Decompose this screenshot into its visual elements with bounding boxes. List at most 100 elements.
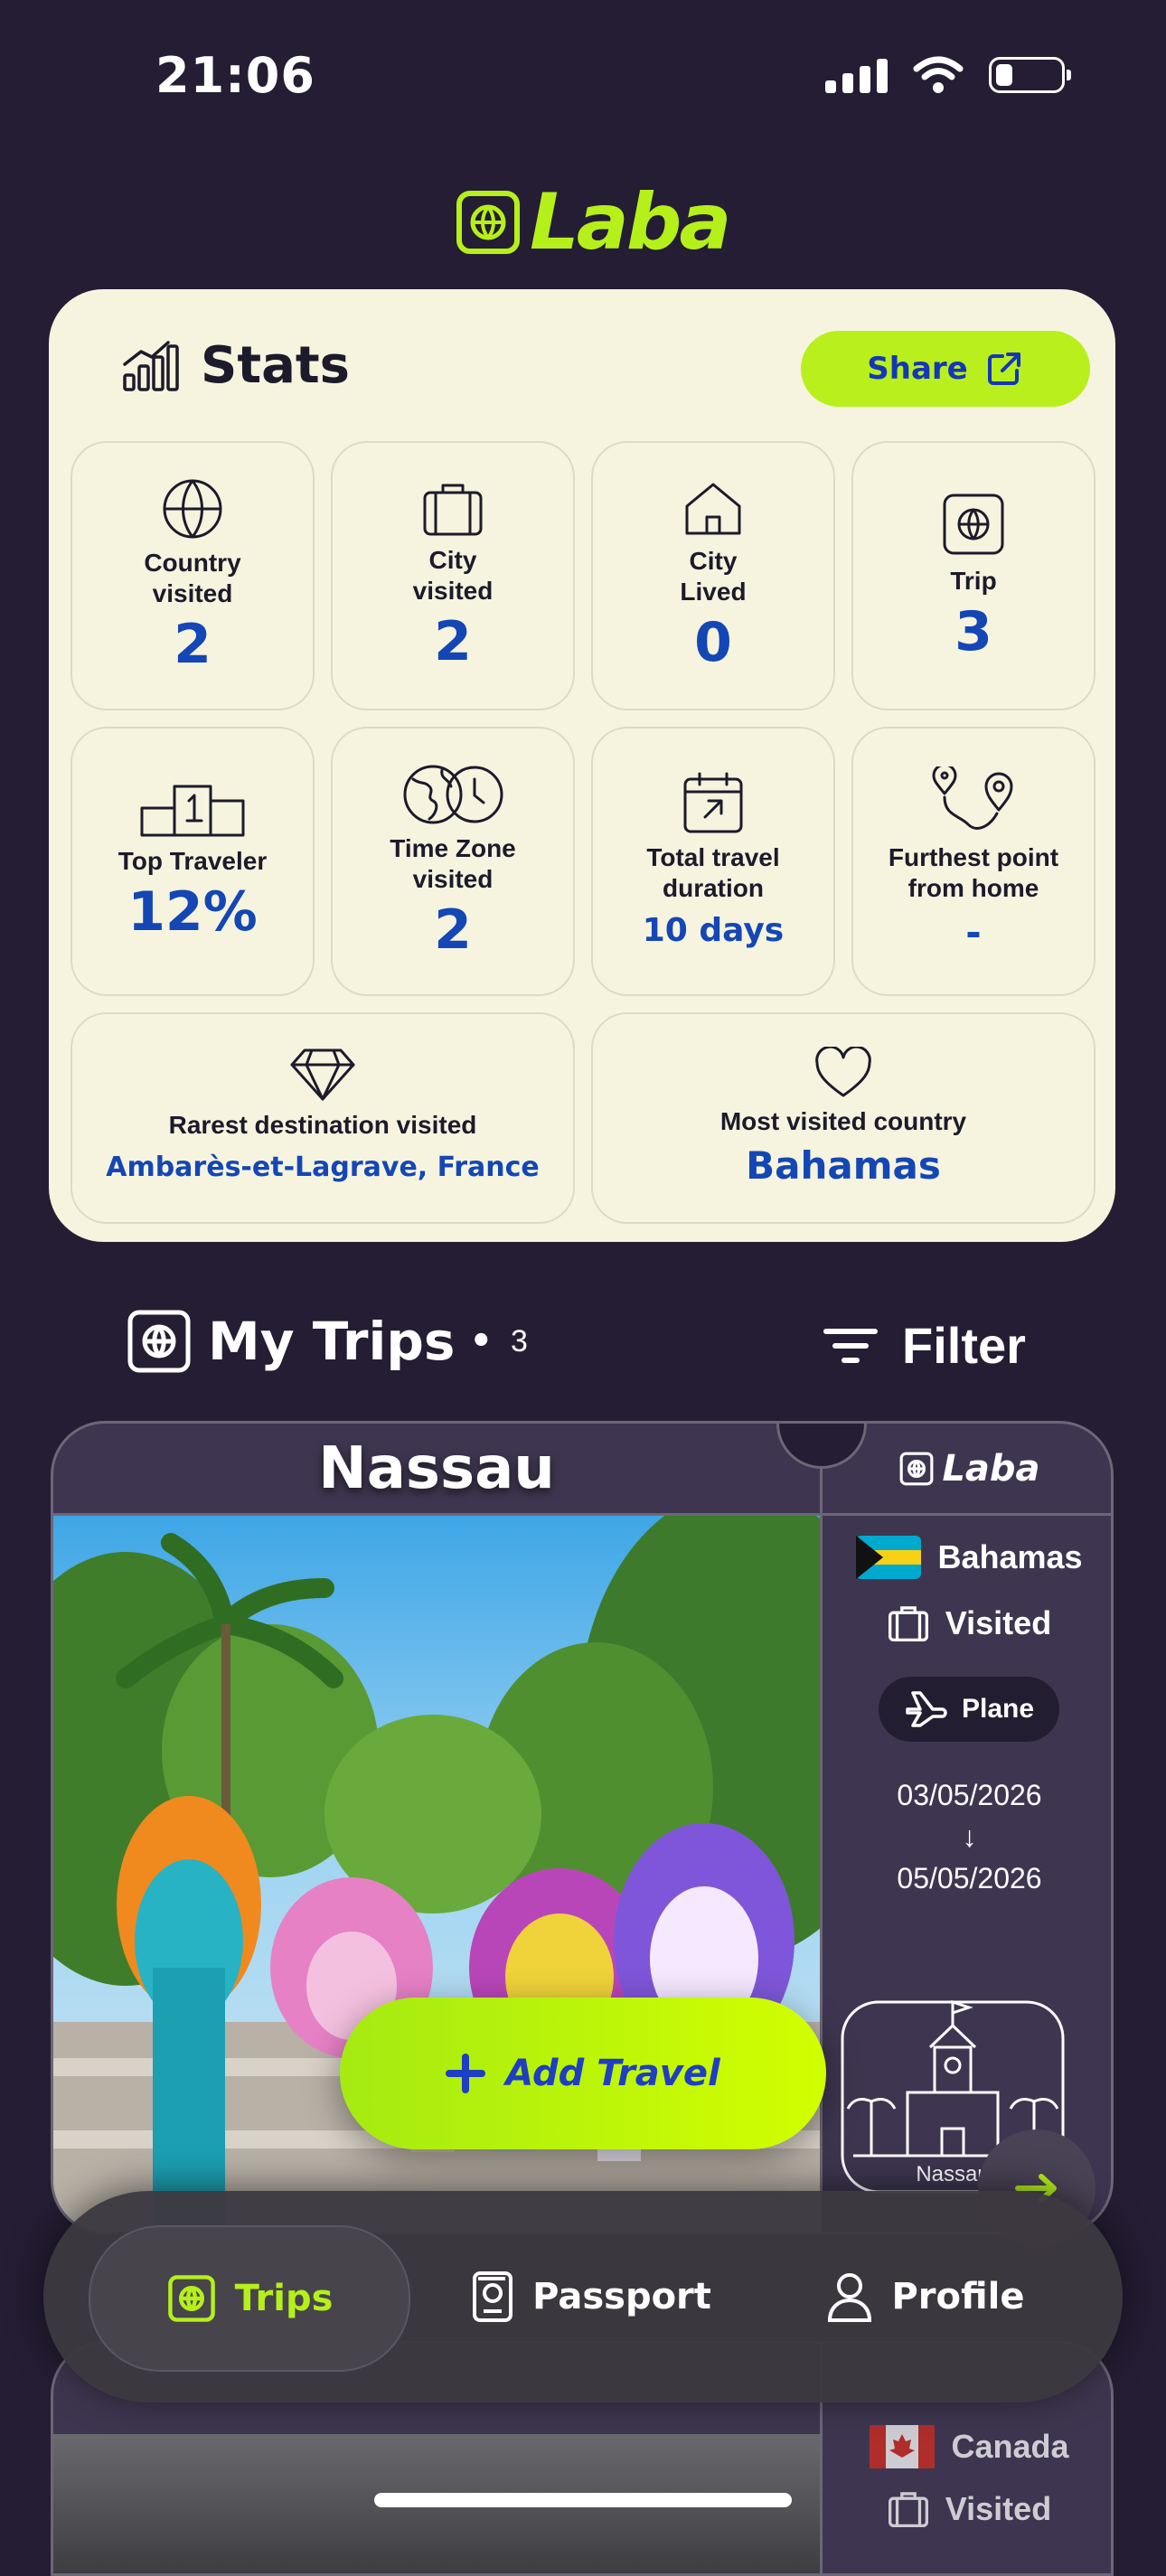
nav-passport[interactable]: Passport — [456, 2225, 727, 2368]
nav-profile[interactable]: Profile — [808, 2225, 1043, 2368]
suitcase-icon — [888, 1606, 928, 1642]
filter-label: Filter — [902, 1317, 1026, 1374]
nav-passport-label: Passport — [532, 2276, 711, 2317]
ticket-globe-icon — [943, 494, 1004, 555]
stat-value: 3 — [954, 600, 992, 663]
stat-value: Bahamas — [746, 1143, 941, 1188]
user-icon — [828, 2273, 872, 2322]
nav-trips-label: Trips — [234, 2278, 334, 2319]
bar-chart-icon — [123, 340, 179, 391]
status-icons — [825, 56, 1071, 94]
add-travel-button[interactable]: Add Travel — [340, 1998, 826, 2149]
stat-value: 0 — [694, 611, 732, 674]
stat-label: Country visited — [144, 549, 241, 607]
stat-tile-city-lived: City Lived 0 — [591, 441, 835, 710]
stat-value: 2 — [434, 610, 472, 673]
start-date: 03/05/2026 — [897, 1779, 1042, 1811]
end-date: 05/05/2026 — [897, 1862, 1042, 1894]
card-logo-text: Laba — [942, 1447, 1040, 1490]
trips-count: 3 — [511, 1323, 528, 1359]
stat-label: Time Zone visited — [390, 834, 516, 893]
stat-label: Top Traveler — [118, 847, 268, 875]
ticket-globe-icon — [167, 2275, 215, 2322]
plus-icon — [446, 2054, 486, 2093]
stat-label: Rarest destination visited — [168, 1111, 477, 1139]
stats-title: Stats — [201, 336, 350, 395]
filter-lines-icon — [823, 1328, 878, 1363]
status-time: 21:06 — [155, 47, 315, 104]
stat-label: Furthest point from home — [888, 843, 1059, 902]
cellular-signal-icon — [825, 57, 888, 93]
stat-label: City Lived — [680, 547, 747, 606]
trip-status: Visited — [823, 1604, 1111, 1642]
calendar-icon — [683, 772, 743, 833]
my-trips-header: My Trips • 3 — [125, 1307, 528, 1376]
globe-clock-icon — [403, 765, 503, 824]
nav-profile-label: Profile — [891, 2276, 1025, 2317]
ticket-globe-icon — [456, 191, 520, 254]
trip-status-label: Visited — [945, 2490, 1052, 2527]
battery-icon — [989, 57, 1071, 93]
stat-value: 2 — [174, 613, 212, 676]
bottom-nav: Trips Passport Profile — [43, 2191, 1123, 2402]
stat-tile-total-travel-duration: Total travel duration 10 days — [591, 727, 835, 996]
trip-country: Canada — [823, 2425, 1111, 2468]
stat-tile-top-traveler: Top Traveler 12% — [71, 727, 315, 996]
share-button[interactable]: Share — [801, 331, 1090, 407]
my-trips-title: My Trips — [208, 1311, 456, 1372]
stat-value: 2 — [434, 898, 472, 962]
home-indicator — [374, 2493, 792, 2507]
bahamas-flag-icon — [856, 1536, 922, 1579]
transport-label: Plane — [961, 1694, 1035, 1724]
stat-tile-city-visited: City visited 2 — [331, 441, 575, 710]
ticket-globe-icon — [900, 1452, 934, 1485]
separator-dot: • — [469, 1321, 494, 1362]
stat-tile-rarest-destination: Rarest destination visited Ambarès-et-La… — [71, 1012, 575, 1224]
app-logo: Laba — [454, 177, 731, 268]
stat-label: City visited — [412, 546, 494, 605]
stat-value: Ambarès-et-Lagrave, France — [106, 1152, 540, 1183]
stat-tile-time-zone-visited: Time Zone visited 2 — [331, 727, 575, 996]
suitcase-icon — [423, 484, 483, 536]
stat-value: 12% — [127, 880, 258, 944]
suitcase-icon — [888, 2492, 928, 2528]
globe-icon — [163, 479, 222, 539]
heart-icon — [815, 1047, 871, 1097]
plane-icon — [906, 1691, 947, 1727]
date-arrow-icon: ↓ — [962, 1820, 977, 1853]
route-pin-icon — [932, 766, 1013, 830]
stat-tile-trip: Trip 3 — [851, 441, 1095, 710]
transport-chip: Plane — [879, 1677, 1059, 1742]
ticket-globe-icon — [127, 1310, 191, 1373]
wifi-icon — [913, 56, 964, 93]
stat-value: 10 days — [642, 912, 785, 949]
trip-country: Bahamas — [823, 1536, 1111, 1579]
trip-side-panel: Laba Bahamas Visited Plane 03/05/2026 ↓ … — [823, 1424, 1111, 2232]
nav-trips[interactable]: Trips — [89, 2225, 410, 2372]
house-icon — [685, 483, 741, 535]
trip-country-label: Bahamas — [937, 1538, 1083, 1575]
stat-value: - — [965, 910, 982, 954]
filter-button[interactable]: Filter — [823, 1316, 1026, 1375]
card-logo: Laba — [823, 1424, 1111, 1516]
diamond-icon — [290, 1048, 355, 1101]
add-travel-label: Add Travel — [505, 2053, 720, 2094]
trip-country-label: Canada — [951, 2428, 1069, 2465]
canada-flag-icon — [870, 2425, 936, 2468]
stats-card: Stats Share Country visited 2 City visit… — [49, 289, 1115, 1242]
trip-dates: 03/05/2026 ↓ 05/05/2026 — [823, 1774, 1111, 1899]
stat-label: Most visited country — [719, 1107, 967, 1135]
external-link-icon — [987, 353, 1020, 385]
trip-status: Visited — [823, 2490, 1111, 2528]
share-label: Share — [867, 351, 968, 387]
trip-status-label: Visited — [945, 1604, 1052, 1641]
logo-text: Laba — [530, 177, 731, 268]
stat-tile-most-visited-country: Most visited country Bahamas — [591, 1012, 1095, 1224]
stats-header: Stats — [121, 336, 350, 395]
stat-label: Trip — [950, 567, 997, 595]
passport-icon — [473, 2271, 513, 2322]
podium-icon — [140, 785, 245, 837]
stat-label: Total travel duration — [646, 843, 780, 902]
stat-tile-furthest-point: Furthest point from home - — [851, 727, 1095, 996]
stat-tile-country-visited: Country visited 2 — [71, 441, 315, 710]
